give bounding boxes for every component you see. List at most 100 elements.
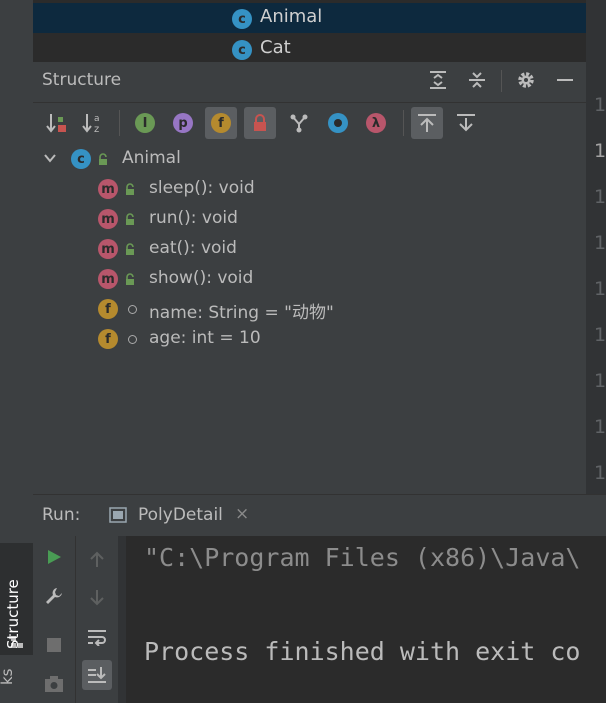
run-toolbar-secondary bbox=[76, 536, 118, 703]
settings-button[interactable] bbox=[514, 68, 538, 92]
method-icon: m bbox=[98, 209, 118, 229]
anonymous-class-icon bbox=[328, 113, 348, 133]
autoscroll-to-source-icon bbox=[418, 114, 436, 132]
line-number: 1 bbox=[594, 278, 606, 300]
tree-item-label: name: String = "动物" bbox=[149, 303, 334, 323]
show-properties-button[interactable]: p bbox=[167, 107, 199, 139]
tree-item-label: Animal bbox=[122, 148, 181, 168]
show-anonymous-button[interactable] bbox=[322, 107, 354, 139]
scroll-down-button[interactable] bbox=[82, 583, 112, 613]
autoscroll-from-source-icon bbox=[457, 114, 475, 132]
sort-alphabetically-icon: a z bbox=[82, 114, 100, 134]
arrow-down-icon bbox=[90, 590, 104, 606]
public-visibility-icon bbox=[126, 243, 134, 255]
show-inherited-icon: I bbox=[135, 113, 155, 133]
console-tab-icon bbox=[109, 507, 127, 523]
line-number: 1 bbox=[594, 140, 606, 162]
soft-wrap-button[interactable] bbox=[82, 622, 112, 652]
show-inherited-button[interactable]: I bbox=[129, 107, 161, 139]
line-number: 1 bbox=[594, 94, 606, 116]
method-icon: m bbox=[98, 239, 118, 259]
tree-item-label: run(): void bbox=[149, 208, 238, 228]
tree-item-label: show(): void bbox=[149, 268, 254, 288]
show-fields-icon: f bbox=[211, 113, 231, 133]
run-tab-polydetail[interactable]: PolyDetail × bbox=[101, 495, 261, 540]
popup-item-animal[interactable]: c Animal bbox=[33, 3, 586, 33]
hierarchy-icon bbox=[290, 114, 308, 133]
line-number: 1 bbox=[594, 370, 606, 392]
panel-title: Structure bbox=[42, 70, 122, 90]
field-icon: f bbox=[98, 329, 118, 349]
scroll-up-button[interactable] bbox=[82, 544, 112, 574]
class-popup-list: c Animal c Cat bbox=[33, 0, 586, 62]
minimize-button[interactable] bbox=[553, 68, 577, 92]
show-properties-icon: p bbox=[173, 113, 193, 133]
line-number: 1 bbox=[594, 324, 606, 346]
autoscroll-from-source-button[interactable] bbox=[450, 107, 482, 139]
package-visibility-icon bbox=[128, 305, 137, 314]
close-icon[interactable]: × bbox=[235, 504, 249, 524]
structure-tool-tab[interactable]: Structure bbox=[0, 543, 33, 655]
sort-by-visibility-button[interactable] bbox=[41, 107, 73, 139]
svg-text:z: z bbox=[94, 124, 99, 134]
popup-item-label: Animal bbox=[260, 6, 323, 27]
console-output[interactable]: "C:\Program Files (x86)\Java\ Process fi… bbox=[118, 536, 606, 703]
show-non-public-button[interactable] bbox=[244, 107, 276, 139]
scroll-to-end-button[interactable] bbox=[82, 660, 112, 690]
class-icon: c bbox=[71, 149, 91, 169]
svg-text:a: a bbox=[94, 114, 100, 124]
collapse-all-icon bbox=[469, 72, 485, 88]
scroll-to-end-icon bbox=[88, 667, 106, 683]
structure-panel: Structure a z I p f λ c Animal m sleep()… bbox=[33, 62, 586, 494]
public-visibility-icon bbox=[126, 183, 134, 195]
minimize-icon bbox=[557, 79, 573, 81]
run-panel-header: Run: PolyDetail × bbox=[33, 494, 606, 540]
rerun-button[interactable] bbox=[39, 542, 69, 572]
line-number: 1 bbox=[594, 416, 606, 438]
chevron-down-icon[interactable] bbox=[43, 152, 57, 164]
modify-run-config-button[interactable] bbox=[39, 581, 69, 611]
popup-item-cat[interactable]: c Cat bbox=[33, 34, 586, 64]
public-visibility-icon bbox=[126, 213, 134, 225]
tree-item-label: age: int = 10 bbox=[149, 328, 261, 348]
lock-icon bbox=[254, 114, 266, 131]
header-divider bbox=[33, 102, 586, 103]
package-visibility-icon bbox=[128, 335, 137, 344]
toolbar-separator bbox=[119, 110, 120, 136]
autoscroll-to-source-button[interactable] bbox=[411, 107, 443, 139]
tree-item-label: sleep(): void bbox=[149, 178, 255, 198]
expand-all-icon bbox=[430, 71, 446, 89]
run-toolbar-primary bbox=[33, 536, 76, 703]
tree-item[interactable]: m show(): void bbox=[33, 264, 586, 294]
collapse-all-button[interactable] bbox=[465, 68, 489, 92]
console-line: Process finished with exit co bbox=[144, 637, 581, 666]
show-lambdas-toggle[interactable]: λ bbox=[360, 107, 392, 139]
lambda-icon: λ bbox=[366, 113, 386, 133]
tree-item[interactable]: m sleep(): void bbox=[33, 174, 586, 204]
line-number: 1 bbox=[594, 186, 606, 208]
stop-button[interactable] bbox=[39, 630, 69, 660]
method-icon: m bbox=[98, 269, 118, 289]
show-fields-button[interactable]: f bbox=[205, 107, 237, 139]
run-tab-label: PolyDetail bbox=[138, 505, 223, 525]
screenshot-button[interactable] bbox=[39, 669, 69, 699]
sort-by-visibility-icon bbox=[46, 114, 66, 133]
class-icon: c bbox=[232, 9, 252, 29]
expand-all-button[interactable] bbox=[426, 68, 450, 92]
line-number: 1 bbox=[594, 232, 606, 254]
header-separator bbox=[501, 70, 502, 92]
play-icon bbox=[48, 550, 61, 564]
tree-root-animal[interactable]: c Animal bbox=[33, 144, 586, 174]
bookmarks-tab-label[interactable]: ks bbox=[0, 668, 16, 685]
field-icon: f bbox=[98, 299, 118, 319]
tree-item[interactable]: f name: String = "动物" bbox=[33, 294, 586, 324]
stop-icon bbox=[47, 638, 61, 652]
wrench-icon bbox=[46, 588, 62, 604]
tree-item[interactable]: m eat(): void bbox=[33, 234, 586, 264]
tree-item[interactable]: m run(): void bbox=[33, 204, 586, 234]
soft-wrap-icon bbox=[88, 630, 106, 646]
tree-item[interactable]: f age: int = 10 bbox=[33, 324, 586, 354]
show-lambdas-button[interactable] bbox=[283, 107, 315, 139]
tree-item-label: eat(): void bbox=[149, 238, 237, 258]
sort-alphabetically-button[interactable]: a z bbox=[77, 107, 109, 139]
